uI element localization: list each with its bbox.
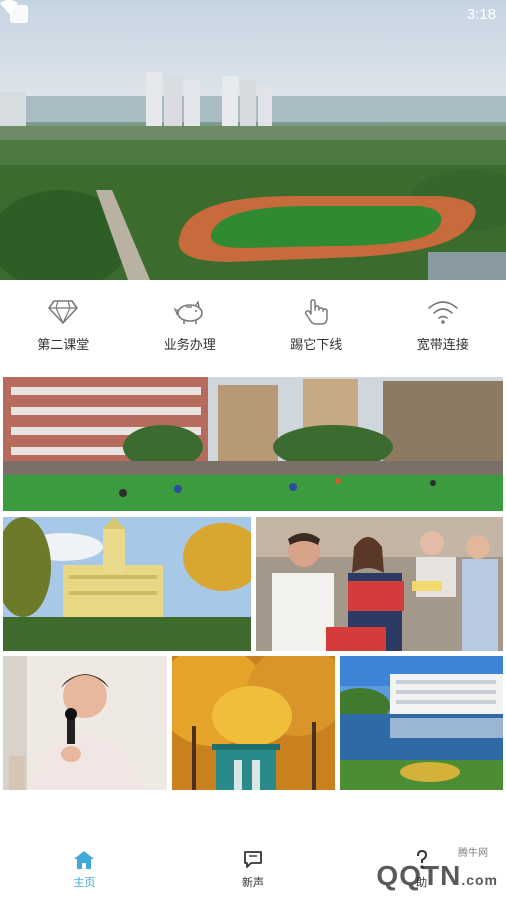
hero-campus-image bbox=[0, 0, 506, 280]
photo-campus-lake-building[interactable] bbox=[340, 656, 503, 790]
photo-autumn-trees-gate[interactable] bbox=[172, 656, 335, 790]
action-label: 业务办理 bbox=[163, 337, 216, 353]
photo-campus-tower-building[interactable] bbox=[3, 517, 251, 651]
photo-campus-soccer-field[interactable] bbox=[3, 377, 503, 511]
watermark-top-text: 腾牛网 bbox=[458, 848, 488, 859]
hand-pointer-icon bbox=[300, 298, 332, 326]
action-label: 第二课堂 bbox=[37, 337, 90, 353]
watermark-logo-text: QQTN.com bbox=[376, 860, 498, 892]
wifi-icon bbox=[0, 0, 18, 14]
action-second-classroom[interactable]: 第二课堂 bbox=[3, 298, 123, 353]
chat-icon bbox=[244, 851, 262, 868]
photo-students-with-books[interactable] bbox=[256, 517, 503, 651]
action-label: 踢它下线 bbox=[290, 337, 343, 353]
nav-news-label: 新声 bbox=[241, 876, 264, 889]
diamond-icon bbox=[47, 298, 79, 326]
photo-grid bbox=[0, 370, 506, 800]
nav-home[interactable]: 主页 bbox=[44, 850, 124, 890]
hero-banner[interactable]: 3:18 bbox=[0, 0, 506, 280]
app-screen: 3:18 第二课堂 业务办理 踢它下线 宽带连接 主页 新声 助 腾牛网 QQT… bbox=[0, 0, 506, 900]
action-label: 宽带连接 bbox=[416, 337, 469, 353]
home-icon bbox=[74, 851, 95, 869]
action-business[interactable]: 业务办理 bbox=[130, 298, 250, 353]
watermark-suffix: .com bbox=[461, 872, 498, 888]
action-kick-offline[interactable]: 踢它下线 bbox=[256, 298, 376, 353]
watermark: 腾牛网 QQTN.com bbox=[298, 844, 498, 894]
wifi-signal-icon bbox=[427, 298, 459, 326]
quick-actions: 第二课堂 业务办理 踢它下线 宽带连接 bbox=[0, 282, 506, 368]
watermark-main: QQTN bbox=[376, 860, 462, 891]
action-broadband[interactable]: 宽带连接 bbox=[383, 298, 503, 353]
nav-news[interactable]: 新声 bbox=[213, 850, 293, 890]
photo-student-speaking-microphone[interactable] bbox=[3, 656, 167, 790]
status-time: 3:18 bbox=[466, 5, 496, 23]
status-bar: 3:18 bbox=[0, 0, 506, 28]
nav-home-label: 主页 bbox=[73, 876, 96, 889]
piggy-bank-icon bbox=[173, 298, 206, 326]
